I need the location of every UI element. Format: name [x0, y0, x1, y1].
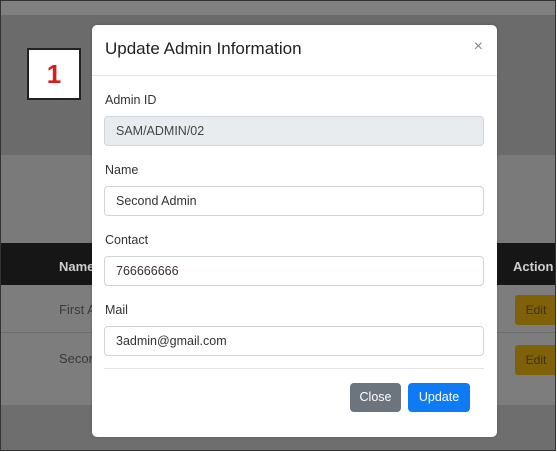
- mail-label: Mail: [105, 303, 128, 317]
- table-cell-name: Secon: [59, 351, 96, 366]
- backdrop-top-band: [1, 1, 555, 15]
- modal-header: Update Admin Information ×: [92, 25, 497, 76]
- mail-field[interactable]: 3admin@gmail.com: [104, 326, 484, 356]
- close-button[interactable]: Close: [350, 383, 401, 412]
- contact-field[interactable]: 766666666: [104, 256, 484, 286]
- update-button[interactable]: Update: [408, 383, 470, 412]
- table-header-action: Action: [513, 259, 554, 274]
- screenshot-frame: Name Action First A Secon Edit Edit 1 Up…: [0, 0, 556, 451]
- modal-title: Update Admin Information: [105, 39, 302, 58]
- edit-button[interactable]: Edit: [515, 295, 555, 325]
- update-admin-modal: Update Admin Information × Admin ID SAM/…: [92, 25, 497, 437]
- name-field[interactable]: Second Admin: [104, 186, 484, 216]
- step-number-badge: 1: [27, 48, 81, 100]
- close-icon[interactable]: ×: [474, 38, 483, 56]
- admin-id-field[interactable]: SAM/ADMIN/02: [104, 116, 484, 146]
- table-header-name: Name: [59, 259, 95, 274]
- name-label: Name: [105, 163, 139, 177]
- admin-id-label: Admin ID: [105, 93, 157, 107]
- contact-label: Contact: [105, 233, 149, 247]
- edit-button[interactable]: Edit: [515, 345, 555, 375]
- modal-footer-divider: [104, 368, 484, 369]
- table-cell-name: First A: [59, 302, 96, 317]
